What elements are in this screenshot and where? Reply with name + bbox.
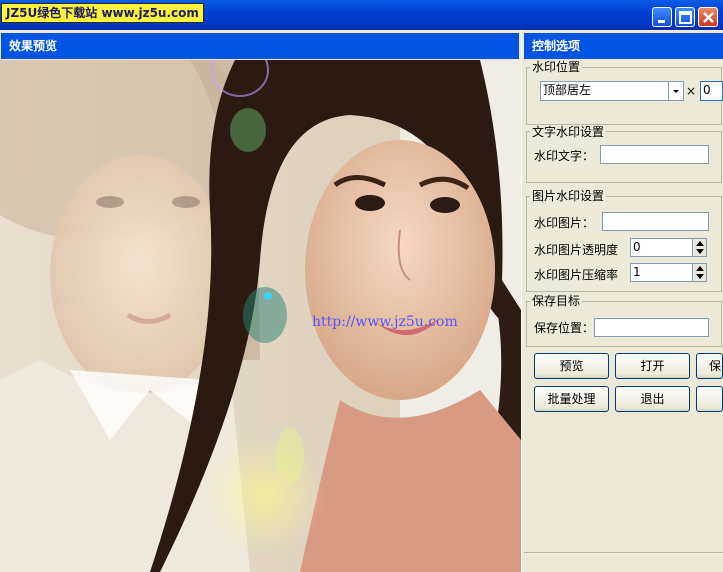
- maximize-button[interactable]: [675, 7, 695, 27]
- spin-arrows-icon[interactable]: [692, 264, 706, 281]
- batch-process-button[interactable]: 批量处理: [534, 386, 609, 412]
- save-location-label: 保存位置：: [534, 321, 595, 335]
- exit-button[interactable]: 退出: [615, 386, 690, 412]
- compress-value: 1: [633, 265, 641, 279]
- position-select-value: 顶部居左: [543, 83, 592, 97]
- preview-button[interactable]: 预览: [534, 353, 609, 379]
- preview-image: http://www.jz5u.com: [0, 60, 521, 572]
- compress-label: 水印图片压缩率: [534, 268, 619, 282]
- times-symbol: ×: [686, 84, 697, 98]
- opacity-value: 0: [633, 240, 641, 254]
- preview-watermark-text: http://www.jz5u.com: [312, 314, 458, 330]
- image-watermark-group-legend: 图片水印设置: [530, 189, 607, 203]
- title-bar[interactable]: JZ5U绿色下载站 www.jz5u.com: [0, 0, 723, 30]
- control-panel-header: 控制选项: [524, 33, 723, 59]
- dropdown-arrow-icon[interactable]: [668, 82, 683, 100]
- compress-spinner[interactable]: 1: [630, 263, 707, 282]
- opacity-spinner[interactable]: 0: [630, 238, 707, 257]
- extra-button[interactable]: [696, 386, 723, 412]
- preview-header: 效果预览: [1, 33, 519, 59]
- close-icon: [703, 12, 714, 23]
- watermark-image-input[interactable]: [602, 212, 709, 231]
- watermark-text-input[interactable]: [600, 145, 709, 164]
- position-select[interactable]: 顶部居左: [540, 81, 684, 101]
- minimize-button[interactable]: [652, 7, 672, 27]
- watermark-image-label: 水印图片：: [534, 216, 595, 230]
- status-strip: [524, 552, 723, 572]
- save-target-group-legend: 保存目标: [530, 294, 583, 308]
- spin-arrows-icon[interactable]: [692, 239, 706, 256]
- position-offset-input[interactable]: 0: [700, 81, 723, 101]
- opacity-label: 水印图片透明度: [534, 243, 619, 257]
- maximize-icon: [679, 11, 692, 24]
- text-watermark-group-legend: 文字水印设置: [530, 125, 607, 139]
- site-watermark-badge: JZ5U绿色下载站 www.jz5u.com: [1, 3, 204, 23]
- save-location-input[interactable]: [594, 318, 709, 337]
- photo-preview: http://www.jz5u.com: [0, 60, 521, 572]
- close-button[interactable]: [698, 7, 718, 27]
- open-button[interactable]: 打开: [615, 353, 690, 379]
- minimize-icon: [658, 20, 665, 23]
- position-group-legend: 水印位置: [530, 60, 583, 74]
- panel-splitter[interactable]: [521, 30, 524, 572]
- save-button[interactable]: 保: [696, 353, 723, 379]
- watermark-text-label: 水印文字：: [534, 149, 595, 163]
